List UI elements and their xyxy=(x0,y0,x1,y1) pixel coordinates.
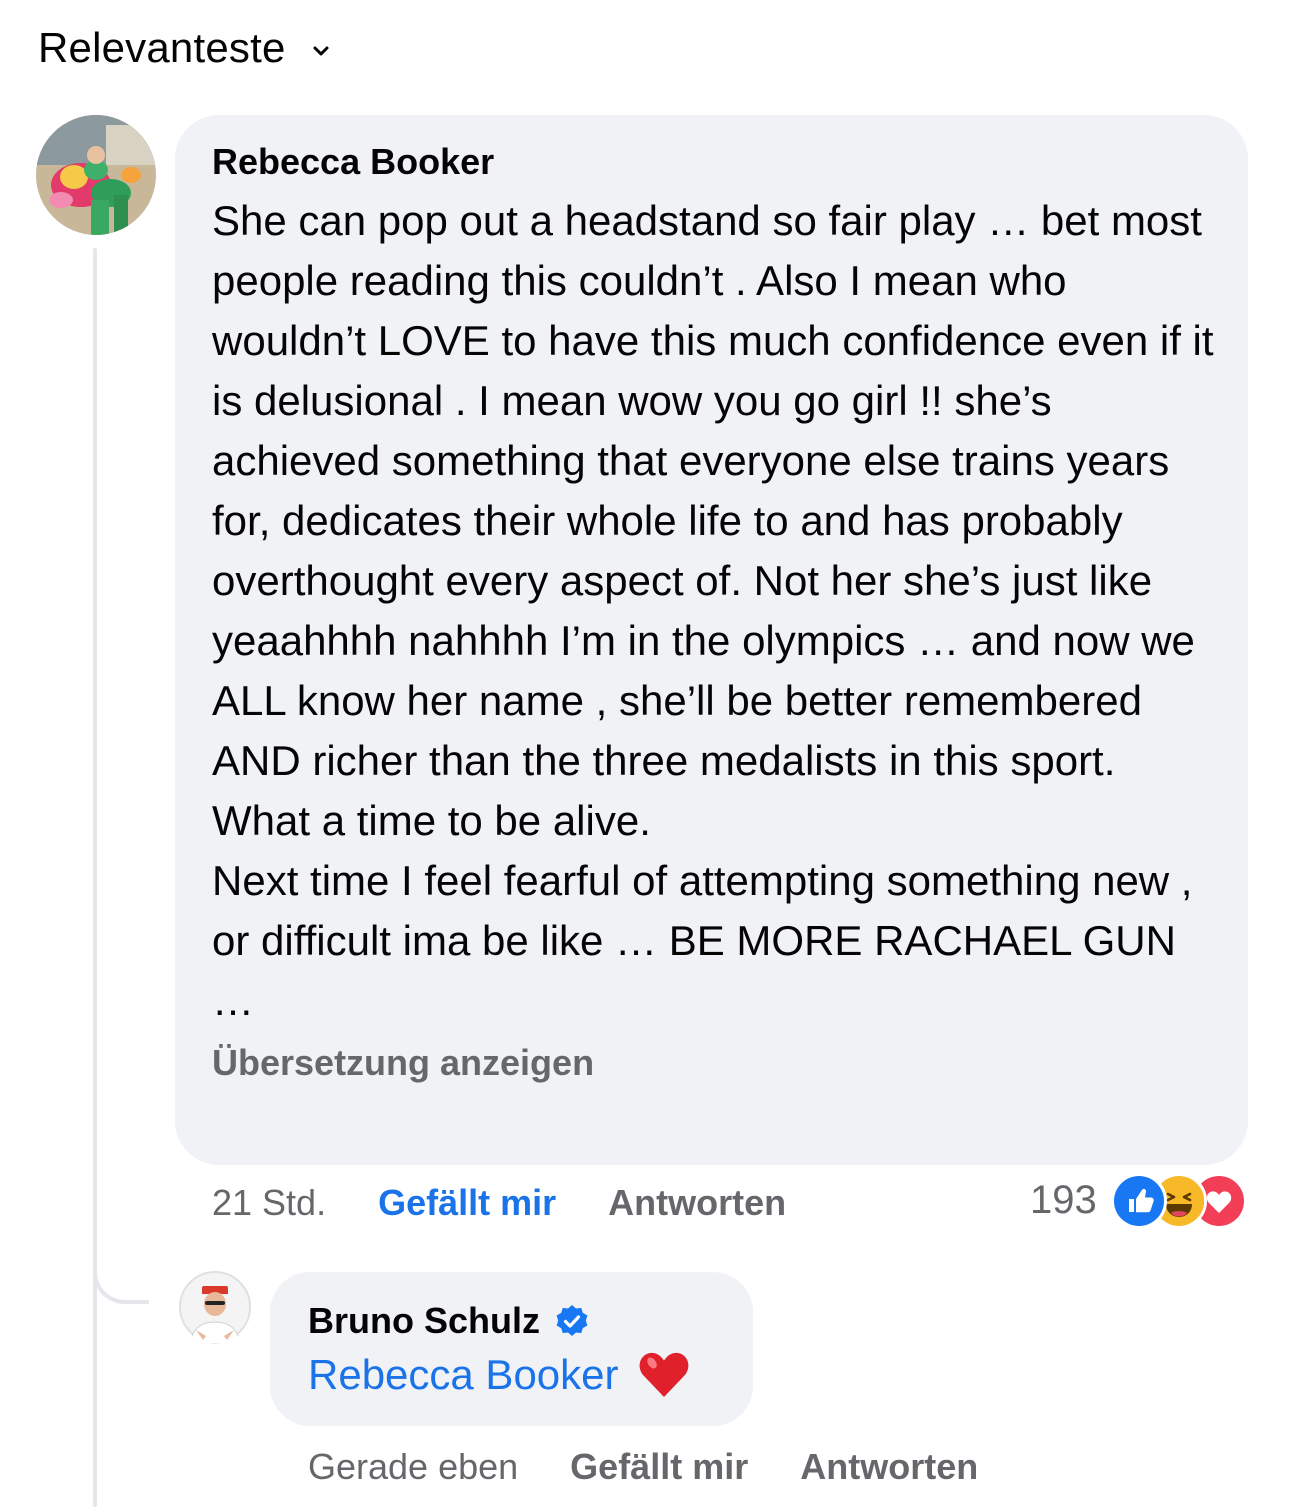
reply-author[interactable]: Bruno Schulz xyxy=(308,1300,540,1342)
heart-emoji-icon xyxy=(639,1352,688,1397)
reactions-summary[interactable]: 193 xyxy=(1030,1170,1259,1230)
thread-line xyxy=(93,248,97,1507)
reply-button[interactable]: Antworten xyxy=(608,1182,786,1224)
reaction-icons xyxy=(1110,1173,1259,1229)
avatar-image xyxy=(178,1270,252,1344)
thread-connector xyxy=(93,1250,149,1304)
comment-author[interactable]: Rebecca Booker xyxy=(212,141,1218,183)
comment-text: She can pop out a headstand so fair play… xyxy=(212,197,1214,1024)
reply-author-row: Bruno Schulz xyxy=(308,1300,717,1342)
verified-badge-icon xyxy=(556,1305,588,1336)
comment-actions: 21 Std. Gefällt mir Antworten xyxy=(212,1178,786,1228)
avatar[interactable] xyxy=(36,115,156,235)
comment-bubble[interactable]: Rebecca Booker She can pop out a headsta… xyxy=(175,115,1248,1165)
reaction-count: 193 xyxy=(1030,1177,1097,1222)
reply-reply-button[interactable]: Antworten xyxy=(800,1446,978,1488)
like-reaction-icon xyxy=(1110,1173,1167,1229)
avatar[interactable] xyxy=(178,1270,252,1344)
reply-actions: Gerade eben Gefällt mir Antworten xyxy=(308,1442,978,1492)
sort-dropdown[interactable]: Relevanteste xyxy=(38,24,332,72)
reply-text: Rebecca Booker xyxy=(308,1348,717,1402)
chevron-down-icon xyxy=(313,46,329,56)
avatar-image xyxy=(36,115,156,235)
reply-like-button[interactable]: Gefällt mir xyxy=(570,1446,748,1488)
sort-label: Relevanteste xyxy=(38,24,286,71)
like-button[interactable]: Gefällt mir xyxy=(378,1182,556,1224)
mention-link[interactable]: Rebecca Booker xyxy=(308,1348,619,1402)
comment-time[interactable]: 21 Std. xyxy=(212,1182,326,1224)
reply-bubble[interactable]: Bruno Schulz Rebecca Booker xyxy=(270,1272,753,1426)
translate-link[interactable]: Übersetzung anzeigen xyxy=(212,1041,1218,1085)
reply-time[interactable]: Gerade eben xyxy=(308,1446,518,1488)
